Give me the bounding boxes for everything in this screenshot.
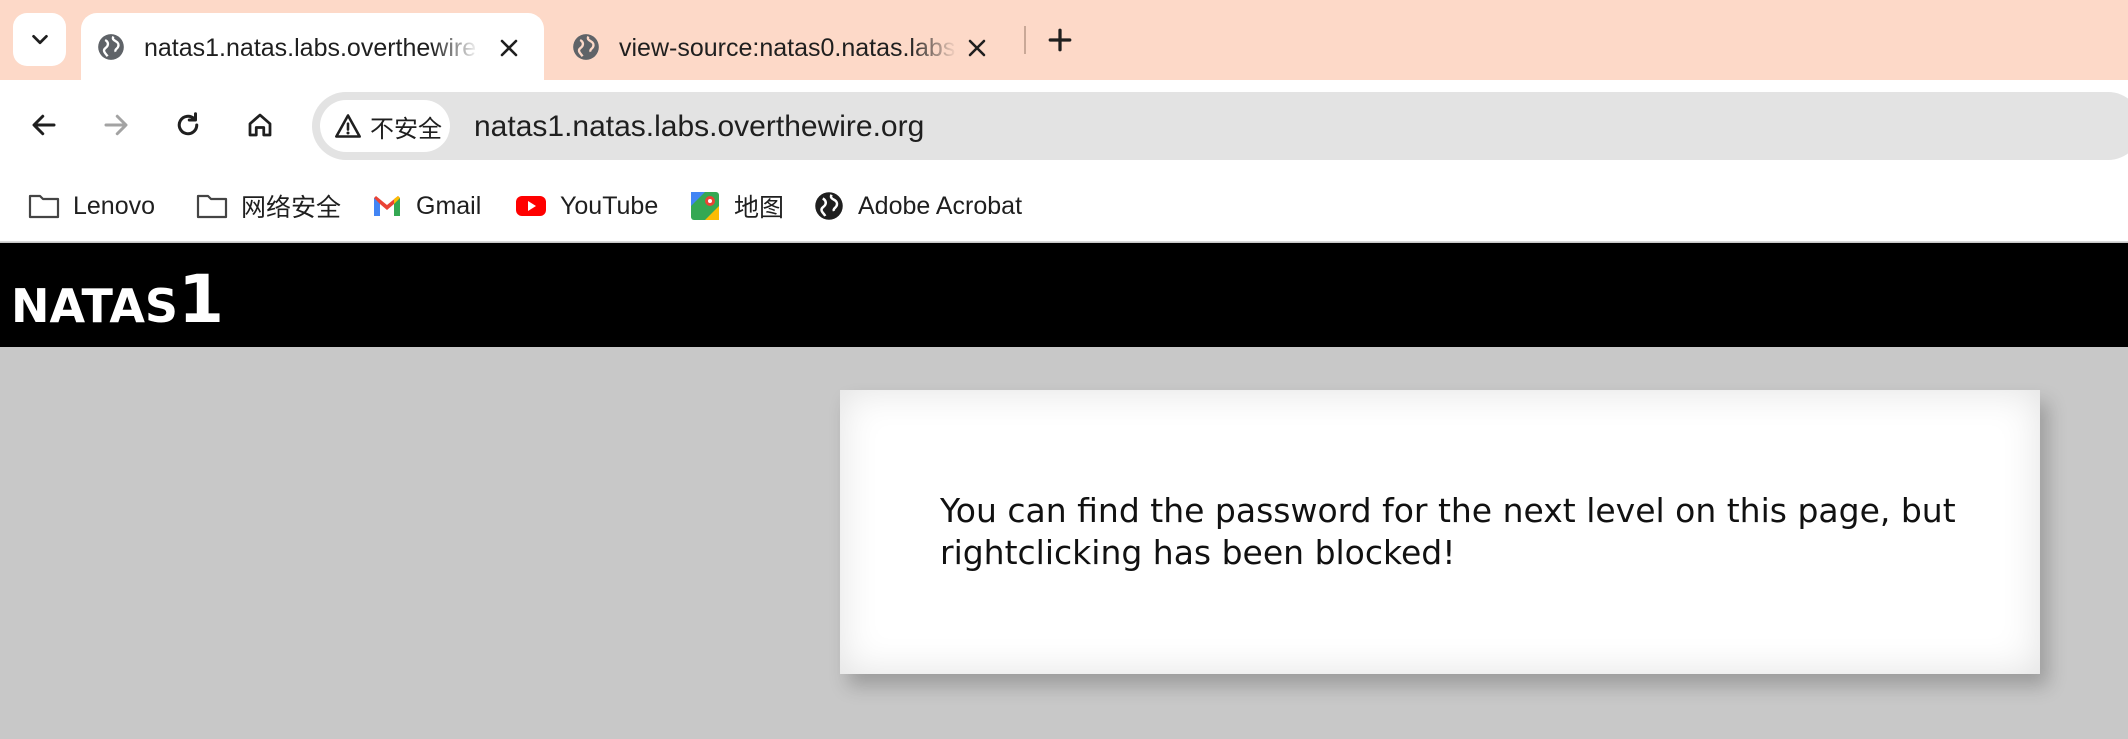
close-tab-button[interactable] [496, 35, 522, 61]
gmail-icon [370, 189, 404, 223]
home-button[interactable] [237, 102, 283, 148]
youtube-icon [514, 189, 548, 223]
tab-title: natas1.natas.labs.overthewire.org [144, 34, 479, 62]
security-label: 不安全 [370, 114, 442, 143]
globe-icon [812, 189, 846, 223]
page-body: You can find the password for the next l… [0, 347, 2128, 739]
back-button[interactable] [21, 102, 67, 148]
toolbar: 不安全 natas1.natas.labs.overthewire.org [0, 80, 2128, 170]
bookmark-label: Lenovo [73, 191, 156, 220]
tab-separator [1024, 26, 1026, 54]
bookmark-adobe-acrobat[interactable]: Adobe Acrobat [812, 184, 1022, 228]
warning-icon [335, 114, 361, 138]
site-logo: NATAS1 [11, 261, 224, 338]
arrow-right-icon [104, 114, 128, 136]
bookmark-label: 地图 [734, 193, 785, 222]
forward-button[interactable] [93, 102, 139, 148]
content-panel: You can find the password for the next l… [840, 390, 2040, 674]
address-bar[interactable]: 不安全 natas1.natas.labs.overthewire.org [312, 92, 2128, 160]
home-icon [248, 113, 272, 137]
chevron-down-icon [31, 34, 48, 44]
bookmark-label: 网络安全 [241, 193, 342, 222]
plus-icon [1048, 28, 1072, 52]
bookmarks-bar: Lenovo 网络安全 Gmail YouTube 地图 Adobe Acrob… [0, 170, 2128, 242]
bookmark-label: Gmail [416, 191, 482, 220]
level-message: You can find the password for the next l… [940, 491, 1956, 572]
tab-title: view-source:natas0.natas.labs.overthewir… [619, 34, 957, 62]
tab-natas1[interactable]: natas1.natas.labs.overthewire.org [81, 13, 544, 80]
security-indicator[interactable]: 不安全 [320, 100, 450, 152]
folder-icon [195, 189, 229, 223]
tab-search-button[interactable] [13, 13, 66, 66]
reload-icon [177, 112, 199, 136]
reload-button[interactable] [165, 102, 211, 148]
close-icon [500, 39, 518, 57]
logo-word: NATAS [11, 279, 179, 333]
maps-icon [688, 189, 722, 223]
bookmark-label: Adobe Acrobat [858, 191, 1023, 220]
close-tab-button[interactable] [964, 35, 990, 61]
bookmark-maps[interactable]: 地图 [688, 184, 784, 228]
bookmark-youtube[interactable]: YouTube [514, 184, 658, 228]
bookmark-lenovo[interactable]: Lenovo [27, 184, 155, 228]
arrow-left-icon [32, 114, 56, 136]
globe-icon [98, 34, 124, 60]
bookmark-gmail[interactable]: Gmail [370, 184, 481, 228]
tab-strip: natas1.natas.labs.overthewire.org view-s… [0, 0, 2128, 80]
tab-view-source[interactable]: view-source:natas0.natas.labs.overthewir… [560, 13, 1010, 80]
new-tab-button[interactable] [1040, 20, 1080, 60]
bookmark-label: YouTube [560, 191, 659, 220]
site-header: NATAS1 [0, 243, 2128, 347]
folder-icon [27, 189, 61, 223]
globe-icon [573, 34, 599, 60]
url-text[interactable]: natas1.natas.labs.overthewire.org [474, 110, 924, 144]
logo-number: 1 [178, 261, 225, 338]
bookmark-network-security[interactable]: 网络安全 [195, 184, 341, 228]
close-icon [968, 39, 986, 57]
